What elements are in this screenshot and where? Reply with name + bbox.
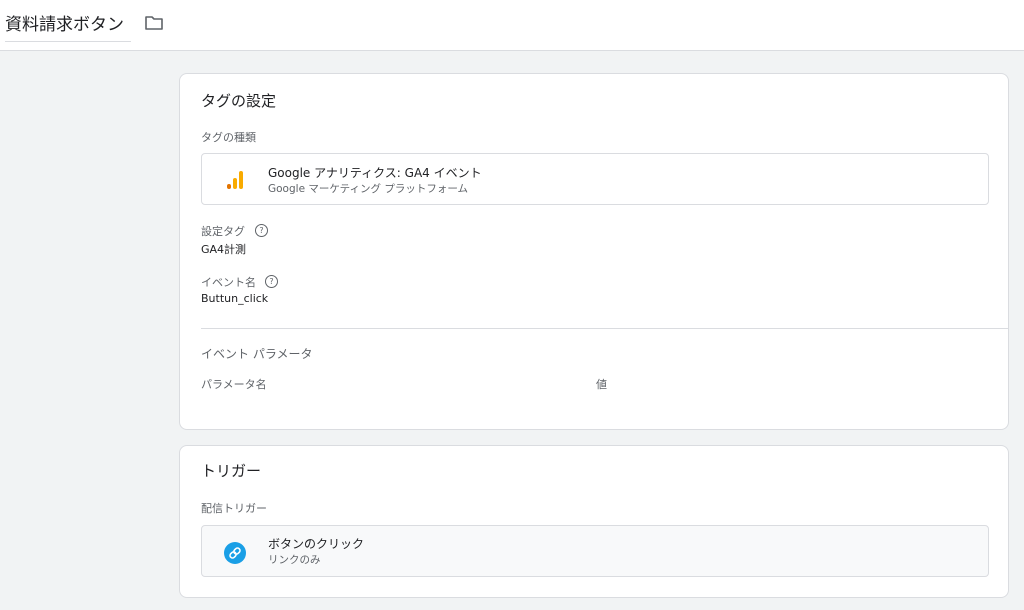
card-title: トリガー [201, 462, 262, 480]
tag-type-platform: Google マーケティング プラットフォーム [268, 183, 469, 195]
param-name-header: パラメータ名 [201, 378, 267, 391]
card-title: タグの設定 [201, 92, 277, 110]
trigger-item[interactable]: ボタンのクリック リンクのみ [201, 525, 989, 577]
tag-type-label: タグの種類 [201, 131, 256, 144]
link-icon [224, 542, 246, 564]
event-params-label: イベント パラメータ [201, 347, 313, 361]
event-name-value: Buttun_click [201, 292, 269, 305]
tag-type-box[interactable]: Google アナリティクス: GA4 イベント Google マーケティング … [201, 153, 989, 205]
top-bar: 資料請求ボタン [0, 0, 1024, 51]
analytics-icon [227, 171, 243, 189]
divider [201, 328, 1008, 329]
folder-icon[interactable] [144, 14, 164, 32]
event-name-label: イベント名 [201, 276, 256, 289]
help-icon[interactable]: ? [255, 224, 268, 237]
tag-name-title[interactable]: 資料請求ボタン [5, 10, 131, 42]
tag-type-name: Google アナリティクス: GA4 イベント [268, 166, 482, 180]
config-tag-value: GA4計測 [201, 243, 247, 256]
trigger-card[interactable]: トリガー 配信トリガー ボタンのクリック リンクのみ [179, 445, 1009, 598]
config-tag-label: 設定タグ [201, 225, 245, 238]
trigger-type: リンクのみ [268, 554, 321, 566]
firing-trigger-label: 配信トリガー [201, 502, 267, 515]
param-value-header: 値 [596, 378, 607, 391]
trigger-name: ボタンのクリック [268, 537, 365, 551]
help-icon[interactable]: ? [265, 275, 278, 288]
tag-configuration-card[interactable]: タグの設定 タグの種類 Google アナリティクス: GA4 イベント Goo… [179, 73, 1009, 430]
